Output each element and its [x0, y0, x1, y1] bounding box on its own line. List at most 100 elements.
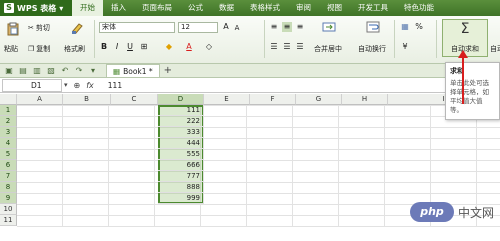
merge-label[interactable]: 合并居中	[314, 44, 342, 54]
cell-d7[interactable]: 777	[158, 171, 204, 182]
app-menu-button[interactable]: S WPS 表格 ▾	[0, 0, 72, 16]
cell-d3[interactable]: 333	[158, 127, 204, 138]
align-middle-icon[interactable]: ≡	[282, 22, 292, 32]
redo-icon[interactable]: ↷	[74, 66, 84, 76]
fx-button[interactable]: fx	[86, 81, 94, 90]
column-header-b[interactable]: B	[63, 94, 111, 105]
format-painter-icon	[72, 23, 83, 34]
paste-label[interactable]: 粘贴	[4, 44, 18, 54]
folder-icon[interactable]: ▣	[4, 66, 14, 76]
merge-center-button[interactable]	[322, 20, 336, 36]
preview-icon[interactable]: ▧	[46, 66, 56, 76]
row-header[interactable]: 3	[0, 127, 17, 138]
watermark: php 中文网	[410, 202, 494, 222]
print-icon[interactable]: ▥	[32, 66, 42, 76]
fill-color-icon[interactable]: ◆	[164, 42, 174, 52]
autosum-tooltip: 求和 单击此处可选择单元格，如平均值大值等。	[445, 62, 500, 120]
name-box[interactable]: D1	[2, 78, 62, 92]
menu-page-layout[interactable]: 页面布局	[134, 0, 180, 16]
tab-book1[interactable]: ▦ Book1 *	[106, 64, 160, 77]
menu-view[interactable]: 视图	[319, 0, 350, 16]
ribbon: 粘贴 ✂ 剪切 ❐ 复制 格式刷 宋体 12 A A B I U ⊞ ◆ A ◇ ≡…	[0, 16, 500, 64]
font-size-select[interactable]: 12	[178, 22, 218, 33]
column-header-d[interactable]: D	[158, 94, 204, 105]
row-header[interactable]: 2	[0, 116, 17, 127]
align-right-icon[interactable]: ☰	[295, 42, 305, 52]
select-all-corner[interactable]	[0, 94, 17, 105]
row-header[interactable]: 6	[0, 160, 17, 171]
menu-table-style[interactable]: 表格样式	[242, 0, 288, 16]
menu-home[interactable]: 开始	[72, 0, 103, 16]
cell-d1[interactable]: 111	[158, 105, 204, 116]
row-header[interactable]: 1	[0, 105, 17, 116]
column-header-c[interactable]: C	[111, 94, 158, 105]
bold-button[interactable]: B	[99, 42, 109, 52]
menu-features[interactable]: 特色功能	[396, 0, 442, 16]
row-header[interactable]: 10	[0, 204, 17, 215]
annotation-arrow	[462, 56, 464, 104]
format-painter-button[interactable]	[70, 21, 84, 37]
clear-format-icon[interactable]: ◇	[204, 42, 214, 52]
save-icon[interactable]: ▤	[18, 66, 28, 76]
new-tab-button[interactable]: +	[164, 65, 172, 76]
wrap-text-button[interactable]	[366, 20, 380, 36]
decrease-font-icon[interactable]: A	[232, 23, 242, 33]
column-header-h[interactable]: H	[342, 94, 388, 105]
wrap-text-label[interactable]: 自动换行	[358, 44, 386, 54]
align-top-icon[interactable]: ≡	[269, 22, 279, 32]
chevron-down-icon[interactable]: ▾	[64, 81, 68, 89]
merge-icon	[322, 22, 336, 32]
column-header-a[interactable]: A	[17, 94, 63, 105]
zoom-icon[interactable]: ⊕	[74, 81, 81, 90]
menu-data[interactable]: 数据	[211, 0, 242, 16]
underline-button[interactable]: U	[125, 42, 135, 52]
border-icon[interactable]: ⊞	[139, 42, 149, 52]
chevron-down-icon[interactable]: ▾	[88, 66, 98, 76]
cell-d8[interactable]: 888	[158, 182, 204, 193]
copy-button[interactable]: ❐ 复制	[28, 43, 50, 54]
font-family-select[interactable]: 宋体	[99, 22, 175, 33]
autofilter-label[interactable]: 自动	[490, 44, 500, 54]
wrap-text-icon	[366, 21, 380, 33]
number-format-icon[interactable]: ▦	[400, 22, 410, 32]
cell-d6[interactable]: 666	[158, 160, 204, 171]
menu-formula[interactable]: 公式	[180, 0, 211, 16]
copy-label: 复制	[36, 44, 51, 53]
italic-button[interactable]: I	[112, 42, 122, 52]
php-logo: php	[410, 202, 454, 222]
row-header[interactable]: 11	[0, 215, 17, 226]
cell-d2[interactable]: 222	[158, 116, 204, 127]
row-header[interactable]: 8	[0, 182, 17, 193]
currency-icon[interactable]: ¥	[400, 42, 410, 52]
row-header[interactable]: 7	[0, 171, 17, 182]
row-header[interactable]: 5	[0, 149, 17, 160]
cell-d4[interactable]: 444	[158, 138, 204, 149]
format-painter-label[interactable]: 格式刷	[64, 44, 85, 54]
tooltip-title: 求和	[450, 67, 464, 75]
align-bottom-icon[interactable]: ≡	[295, 22, 305, 32]
paste-button[interactable]	[6, 22, 20, 38]
cell-d9[interactable]: 999	[158, 193, 204, 204]
menu-insert[interactable]: 插入	[103, 0, 134, 16]
undo-icon[interactable]: ↶	[60, 66, 70, 76]
spreadsheet-icon: ▦	[113, 66, 121, 76]
align-center-icon[interactable]: ☰	[282, 42, 292, 52]
cell-d5[interactable]: 555	[158, 149, 204, 160]
row-header[interactable]: 9	[0, 193, 17, 204]
cut-label: 剪切	[35, 23, 50, 32]
column-header-f[interactable]: F	[250, 94, 296, 105]
column-header-g[interactable]: G	[296, 94, 342, 105]
increase-font-icon[interactable]: A	[221, 22, 231, 32]
quick-access-bar: ▣ ▤ ▥ ▧ ↶ ↷ ▾ ▦ Book1 * +	[0, 64, 500, 78]
formula-input[interactable]: 111	[108, 81, 122, 90]
cut-button[interactable]: ✂ 剪切	[28, 22, 50, 33]
menu-bar: S WPS 表格 ▾ 开始 插入 页面布局 公式 数据 表格样式 审阅 视图 开…	[0, 0, 500, 16]
menu-developer[interactable]: 开发工具	[350, 0, 396, 16]
menu-review[interactable]: 审阅	[288, 0, 319, 16]
font-color-icon[interactable]: A	[184, 42, 194, 52]
align-left-icon[interactable]: ☰	[269, 42, 279, 52]
row-header[interactable]: 4	[0, 138, 17, 149]
formula-bar: D1 ▾ ⊕ fx 111	[0, 78, 500, 93]
percent-button[interactable]: %	[414, 22, 424, 32]
column-header-e[interactable]: E	[204, 94, 250, 105]
